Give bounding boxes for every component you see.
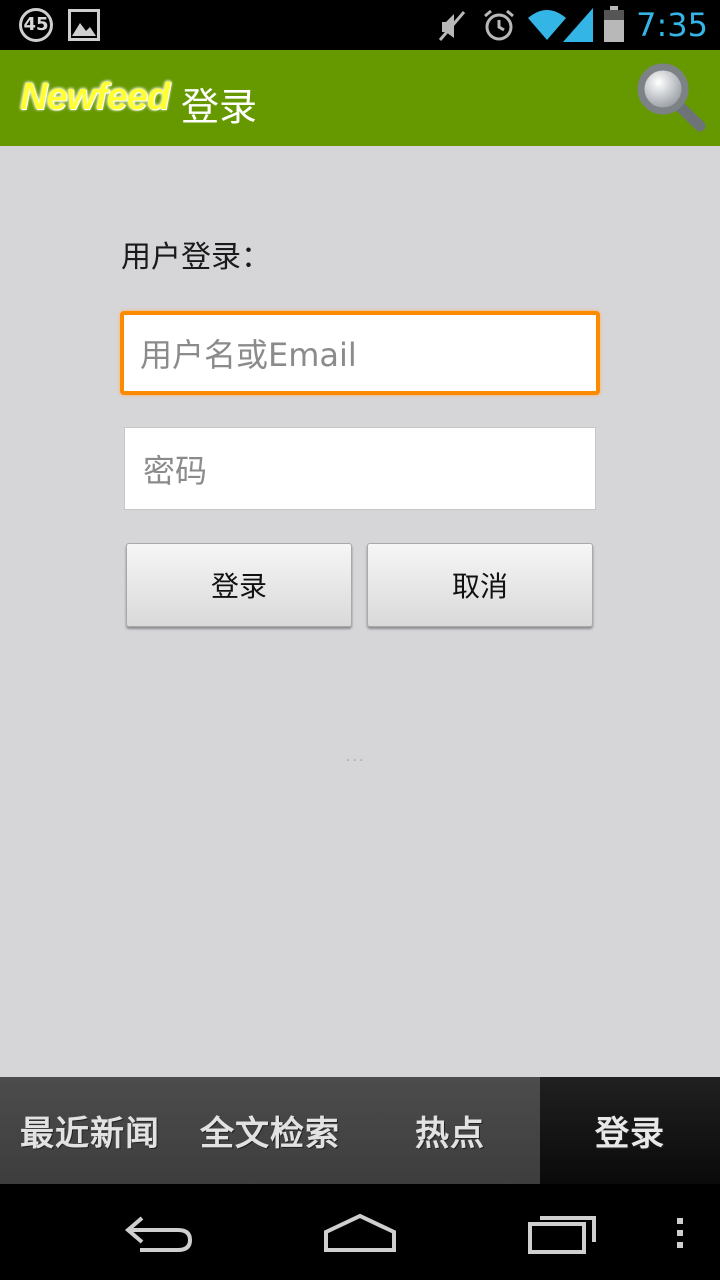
home-icon[interactable]	[320, 1202, 400, 1262]
username-input[interactable]: 用户名或Email	[120, 311, 600, 395]
search-icon[interactable]	[630, 56, 710, 136]
username-placeholder: 用户名或Email	[140, 336, 357, 374]
photo-icon	[68, 9, 100, 41]
bottom-tab-bar: 最近新闻 全文检索 热点 登录	[0, 1077, 720, 1184]
alarm-icon	[484, 9, 514, 41]
loading-dots: ...	[346, 749, 366, 765]
notification-badge-icon: 45	[19, 8, 53, 42]
page-title: 登录	[181, 85, 258, 129]
cancel-button[interactable]: 取消	[367, 543, 593, 627]
muted-icon	[438, 11, 466, 41]
login-button[interactable]: 登录	[126, 543, 352, 627]
signal-icon	[563, 8, 593, 42]
status-bar: 45 7:35	[0, 0, 720, 50]
wifi-icon	[528, 10, 566, 40]
clock: 7:35	[636, 6, 708, 44]
login-heading: 用户登录：	[121, 240, 271, 275]
password-input[interactable]: 密码	[124, 427, 596, 510]
password-placeholder: 密码	[143, 451, 208, 490]
battery-icon	[604, 6, 624, 42]
app-brand: Newfeed	[20, 76, 170, 118]
recent-apps-icon[interactable]	[520, 1202, 600, 1262]
tab-login[interactable]: 登录	[540, 1077, 720, 1184]
action-bar: Newfeed 登录	[0, 50, 720, 146]
tab-full-text-search[interactable]: 全文检索	[180, 1077, 360, 1184]
tab-recent-news[interactable]: 最近新闻	[0, 1077, 180, 1184]
login-content: 用户登录： 用户名或Email 密码 登录 取消 ...	[0, 146, 720, 1077]
menu-icon[interactable]	[668, 1202, 692, 1262]
back-icon[interactable]	[120, 1202, 200, 1262]
navigation-bar	[0, 1184, 720, 1280]
tab-hot[interactable]: 热点	[360, 1077, 540, 1184]
